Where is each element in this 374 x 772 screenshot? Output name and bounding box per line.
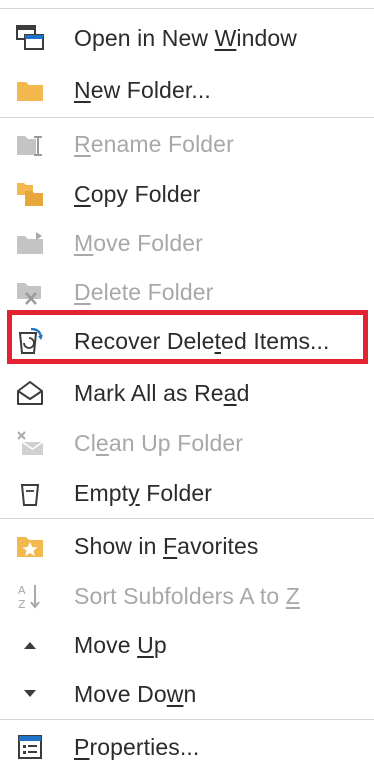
triangle-up-icon bbox=[16, 631, 44, 659]
highlight-annotation-box bbox=[7, 310, 368, 364]
clean-up-icon bbox=[16, 429, 44, 457]
move-folder-icon bbox=[16, 229, 44, 257]
rename-folder-icon bbox=[16, 130, 44, 158]
copy-folder-icon bbox=[16, 180, 44, 208]
menu-item-new-folder[interactable]: New Folder... bbox=[0, 65, 374, 115]
properties-icon bbox=[16, 733, 44, 761]
menu-divider bbox=[0, 117, 374, 118]
menu-item-move-up[interactable]: Move Up bbox=[0, 620, 374, 670]
folder-context-menu: Open in New Window New Folder... Rename … bbox=[0, 0, 374, 764]
trash-bin-icon bbox=[16, 479, 44, 507]
menu-item-label: Show in Favorites bbox=[74, 532, 259, 559]
menu-item-label: Rename Folder bbox=[74, 130, 234, 157]
menu-item-copy-folder[interactable]: Copy Folder bbox=[0, 169, 374, 219]
menu-item-empty-folder[interactable]: Empty Folder bbox=[0, 468, 374, 518]
open-envelope-icon bbox=[16, 379, 44, 407]
menu-item-label: Empty Folder bbox=[74, 479, 212, 506]
folder-icon bbox=[16, 76, 44, 104]
menu-top-border bbox=[0, 8, 374, 9]
menu-item-label: Mark All as Read bbox=[74, 379, 250, 406]
sort-az-icon: A Z bbox=[16, 582, 44, 610]
menu-item-sort-subfolders: A Z Sort Subfolders A to Z bbox=[0, 571, 374, 621]
menu-item-label: Sort Subfolders A to Z bbox=[74, 582, 300, 609]
menu-item-move-folder: Move Folder bbox=[0, 218, 374, 268]
menu-item-open-new-window[interactable]: Open in New Window bbox=[0, 13, 374, 63]
menu-item-clean-up-folder: Clean Up Folder bbox=[0, 418, 374, 468]
menu-item-properties[interactable]: Properties... bbox=[0, 722, 374, 772]
window-icon bbox=[16, 24, 44, 52]
menu-item-show-in-favorites[interactable]: Show in Favorites bbox=[0, 521, 374, 571]
menu-divider bbox=[0, 719, 374, 720]
favorite-folder-icon bbox=[16, 532, 44, 560]
triangle-down-icon bbox=[16, 680, 44, 708]
menu-item-label: Properties... bbox=[74, 733, 200, 760]
menu-item-label: New Folder... bbox=[74, 76, 211, 103]
menu-item-label: Delete Folder bbox=[74, 278, 214, 305]
menu-divider bbox=[0, 518, 374, 519]
menu-item-label: Move Down bbox=[74, 680, 197, 707]
menu-item-label: Move Folder bbox=[74, 229, 203, 256]
svg-text:Z: Z bbox=[18, 598, 26, 610]
menu-item-label: Open in New Window bbox=[74, 24, 297, 51]
menu-item-rename-folder: Rename Folder bbox=[0, 119, 374, 169]
delete-folder-icon bbox=[16, 278, 44, 306]
menu-item-label: Clean Up Folder bbox=[74, 429, 243, 456]
menu-item-label: Move Up bbox=[74, 631, 167, 658]
menu-item-move-down[interactable]: Move Down bbox=[0, 669, 374, 719]
menu-item-label: Copy Folder bbox=[74, 180, 201, 207]
svg-text:A: A bbox=[18, 584, 26, 597]
menu-item-mark-all-read[interactable]: Mark All as Read bbox=[0, 368, 374, 418]
